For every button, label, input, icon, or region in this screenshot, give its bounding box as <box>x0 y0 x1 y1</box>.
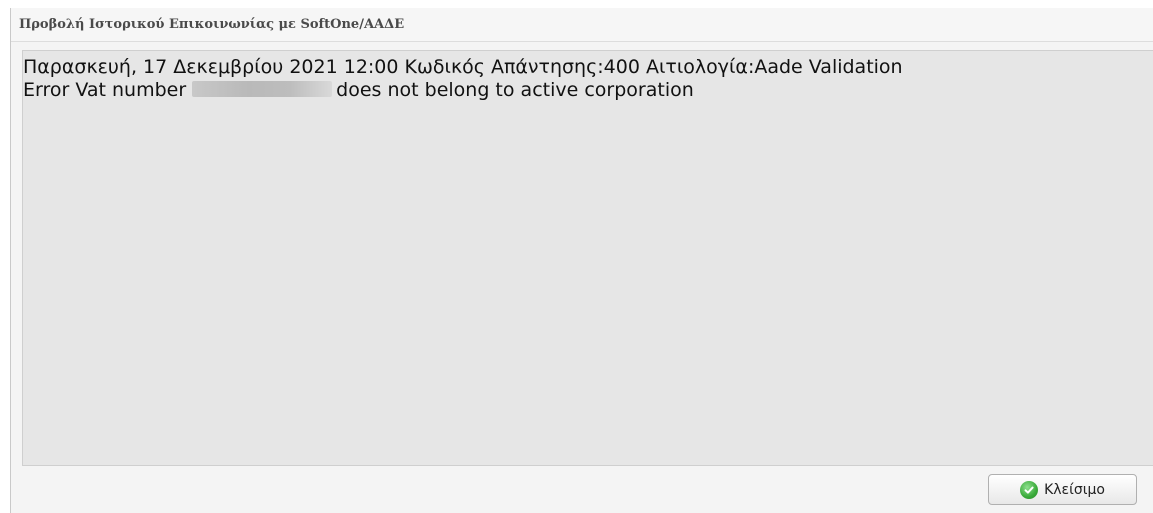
message-line-1: Παρασκευή, 17 Δεκεμβρίου 2021 12:00 Κωδι… <box>23 56 903 78</box>
close-button[interactable]: Κλείσιμο <box>988 474 1137 505</box>
message-line-2-suffix: does not belong to active corporation <box>336 79 694 101</box>
dialog-title: Προβολή Ιστορικού Επικοινωνίας με SoftOn… <box>11 8 1153 42</box>
redacted-vat-number <box>192 81 333 97</box>
message-line-2-prefix: Error Vat number <box>23 79 187 101</box>
communication-history-dialog: Προβολή Ιστορικού Επικοινωνίας με SoftOn… <box>10 8 1153 513</box>
close-button-label: Κλείσιμο <box>1044 481 1105 498</box>
message-line-2: Error Vat number does not belong to activ… <box>23 79 1153 102</box>
check-circle-icon <box>1020 480 1039 499</box>
message-text-area[interactable]: Παρασκευή, 17 Δεκεμβρίου 2021 12:00 Κωδι… <box>22 50 1153 466</box>
